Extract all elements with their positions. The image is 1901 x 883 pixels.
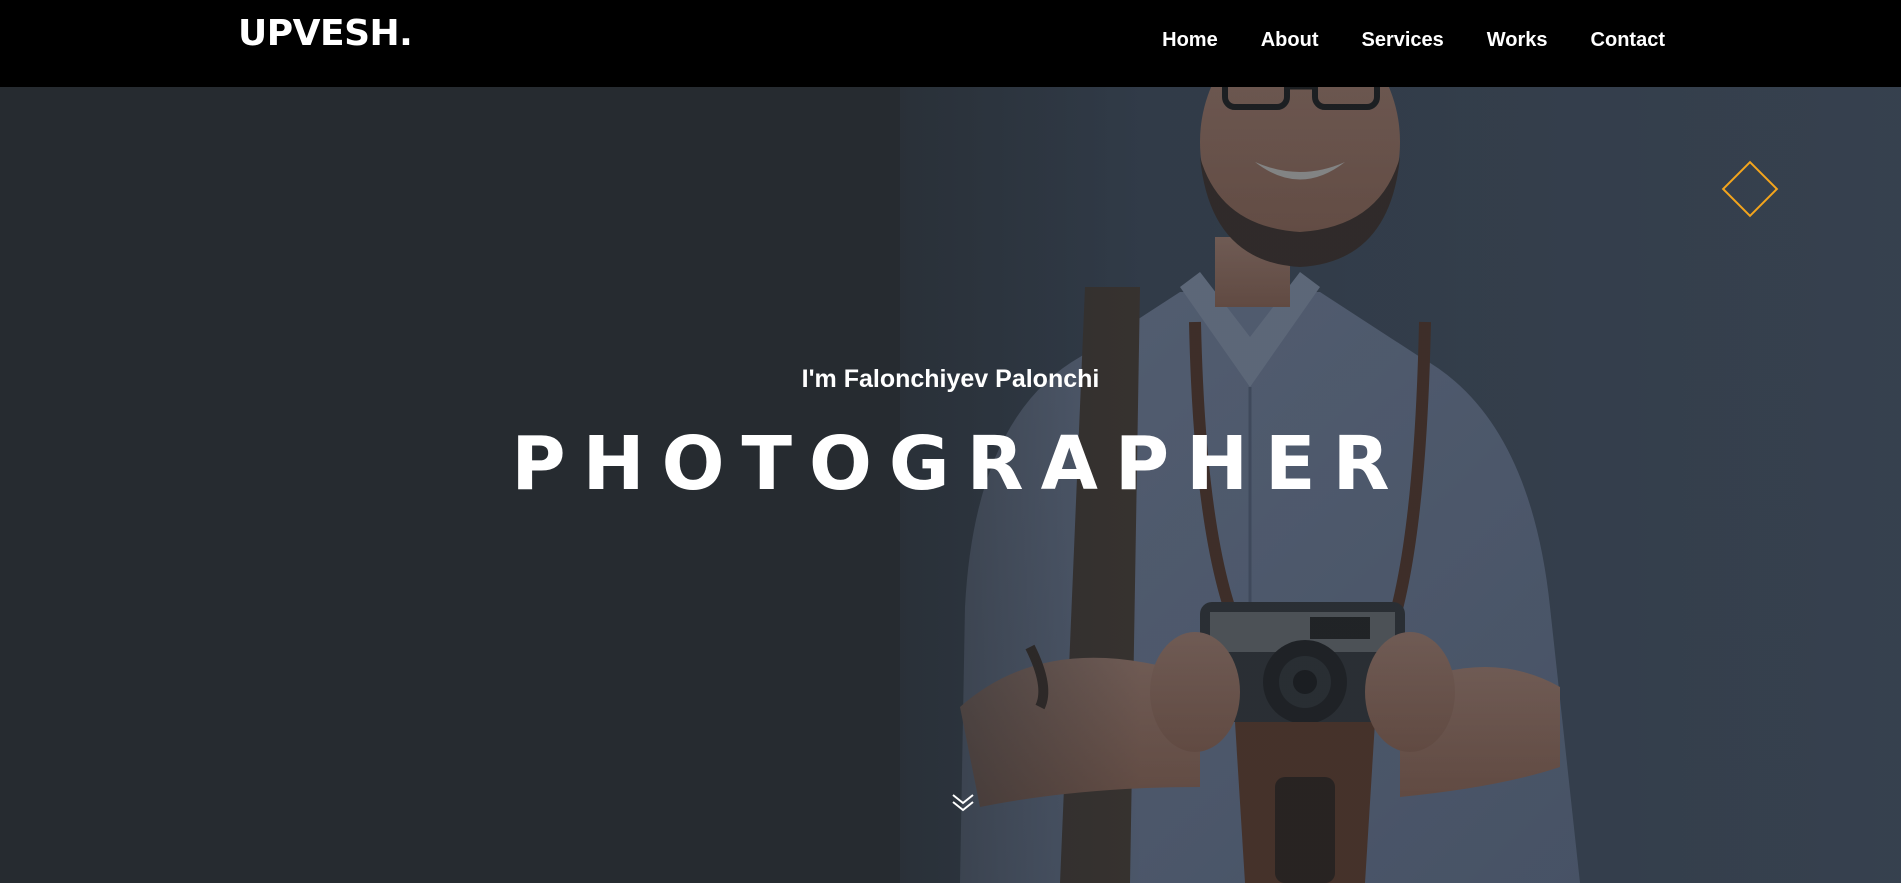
site-logo[interactable]: UPVESH. (238, 16, 413, 52)
hero-subtitle: I'm Falonchiyev Palonchi (801, 365, 1100, 393)
nav-item-works[interactable]: Works (1487, 29, 1548, 52)
nav-item-home[interactable]: Home (1162, 29, 1218, 52)
hero-title: PHOTOGRAPHER (511, 421, 1407, 507)
nav-item-services[interactable]: Services (1361, 29, 1443, 52)
main-nav: Home About Services Works Contact (1119, 0, 1665, 80)
hero-section: I'm Falonchiyev Palonchi PHOTOGRAPHER (0, 87, 1901, 883)
double-chevron-down-icon[interactable] (950, 790, 976, 816)
nav-item-contact[interactable]: Contact (1591, 29, 1665, 52)
navbar: UPVESH. Home About Services Works Contac… (0, 0, 1901, 87)
page: UPVESH. Home About Services Works Contac… (0, 0, 1901, 883)
nav-item-about[interactable]: About (1261, 29, 1319, 52)
